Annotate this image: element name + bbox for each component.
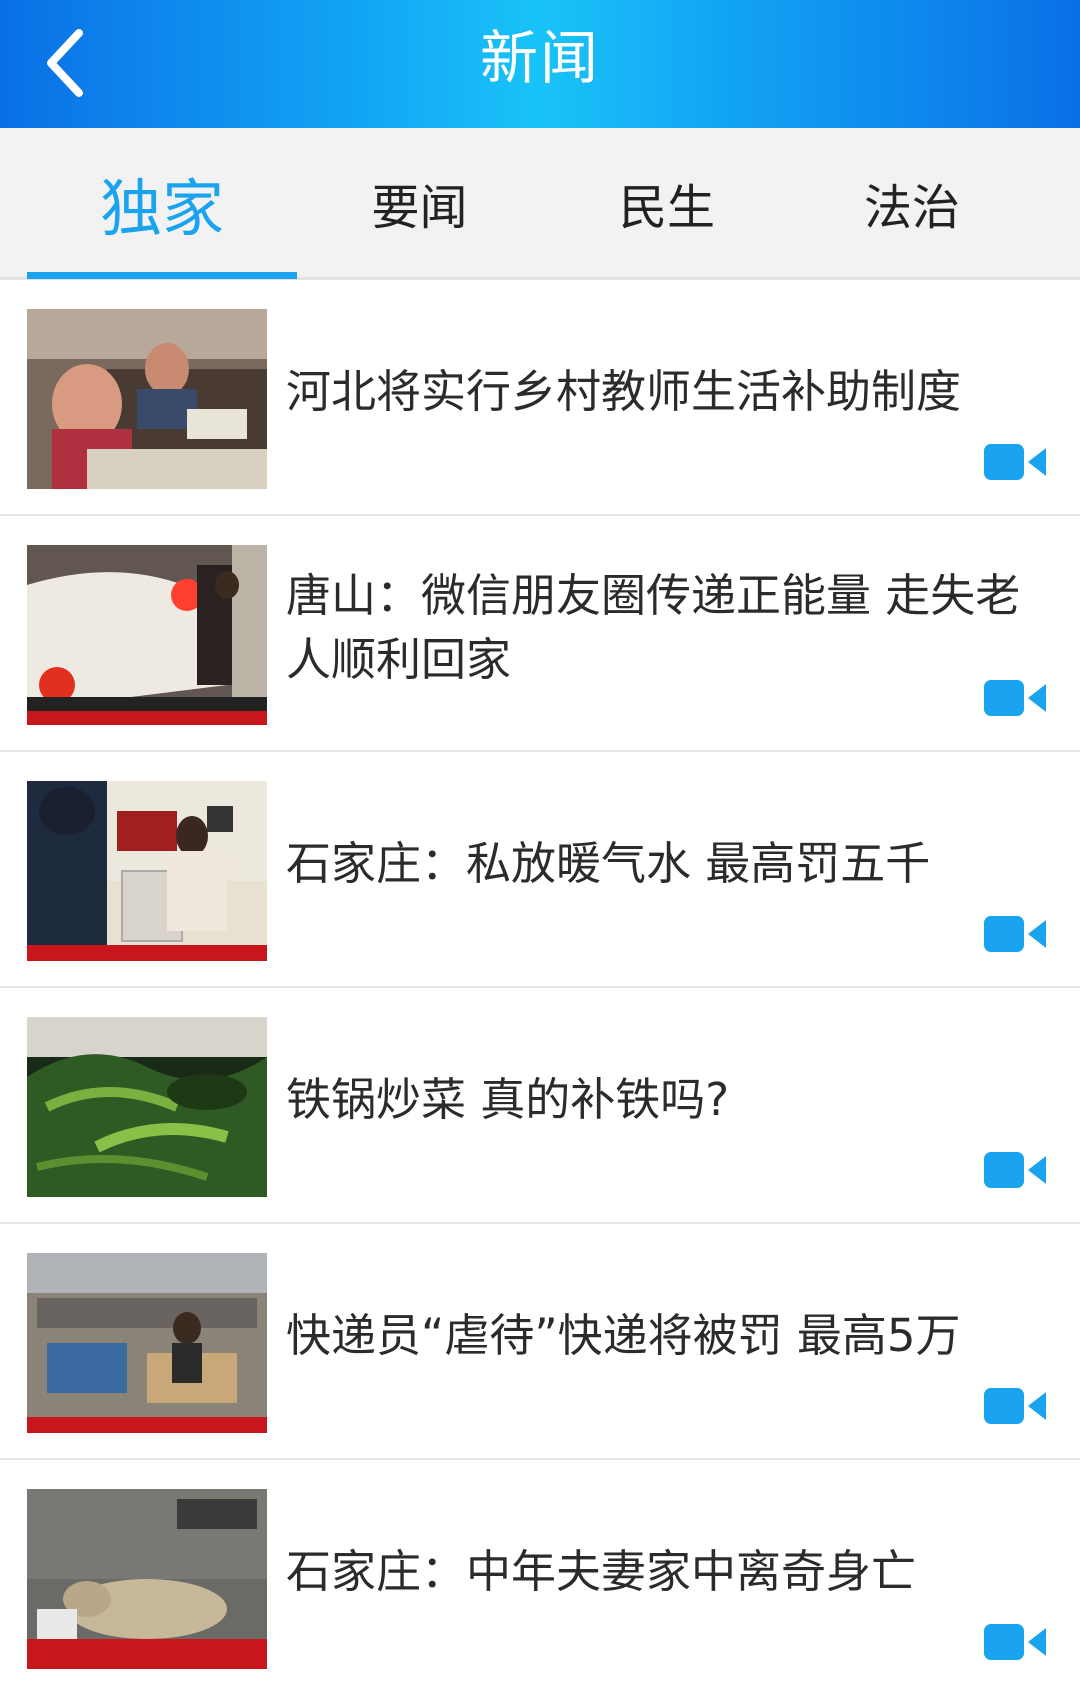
news-item[interactable]: 铁锅炒菜 真的补铁吗? (0, 988, 1080, 1224)
news-thumbnail (27, 545, 267, 725)
tab-exclusive[interactable]: 独家 (27, 128, 297, 277)
news-title: 快递员“虐待”快递将被罚 最高5万 (286, 1309, 961, 1362)
video-camera-icon (984, 444, 1046, 480)
video-camera-icon (984, 680, 1046, 716)
tab-livelihood[interactable]: 民生 (542, 128, 792, 277)
news-thumbnail (27, 781, 267, 961)
news-item[interactable]: 石家庄：私放暖气水 最高罚五千 (0, 752, 1080, 988)
news-title: 河北将实行乡村教师生活补助制度 (286, 365, 962, 418)
news-thumbnail (27, 309, 267, 489)
news-ticker-bar (27, 711, 267, 725)
news-thumbnail (27, 1253, 267, 1433)
news-thumbnail (27, 1017, 267, 1197)
news-item[interactable]: 快递员“虐待”快递将被罚 最高5万 (0, 1224, 1080, 1460)
news-title: 唐山：微信朋友圈传递正能量 走失老人顺利回家 (286, 569, 1021, 686)
news-title: 铁锅炒菜 真的补铁吗? (286, 1073, 730, 1126)
tab-headlines[interactable]: 要闻 (297, 128, 542, 277)
news-title: 石家庄：中年夫妻家中离奇身亡 (286, 1545, 917, 1598)
top-bar: 新闻 (0, 0, 1080, 128)
channel-logo (33, 315, 93, 337)
news-item[interactable]: 唐山：微信朋友圈传递正能量 走失老人顺利回家 (0, 516, 1080, 752)
video-camera-icon (984, 1624, 1046, 1660)
video-camera-icon (984, 1388, 1046, 1424)
video-camera-icon (984, 916, 1046, 952)
news-list: 河北将实行乡村教师生活补助制度 唐山：微信朋友圈传递正能量 走失老人顺利回家 石… (0, 280, 1080, 1690)
video-camera-icon (984, 1152, 1046, 1188)
news-item[interactable]: 河北将实行乡村教师生活补助制度 (0, 280, 1080, 516)
news-screen: 新闻 独家 要闻 民生 法治 河北将实行乡村教师生活补助制度 唐山：微信朋友圈传… (0, 0, 1080, 1690)
active-tab-indicator (27, 272, 297, 279)
category-tabs: 独家 要闻 民生 法治 (0, 128, 1080, 280)
news-title: 石家庄：私放暖气水 最高罚五千 (286, 837, 931, 890)
page-title: 新闻 (479, 24, 600, 92)
tab-law[interactable]: 法治 (792, 128, 1032, 277)
news-thumbnail (27, 1489, 267, 1669)
news-item[interactable]: 石家庄：中年夫妻家中离奇身亡 (0, 1460, 1080, 1690)
